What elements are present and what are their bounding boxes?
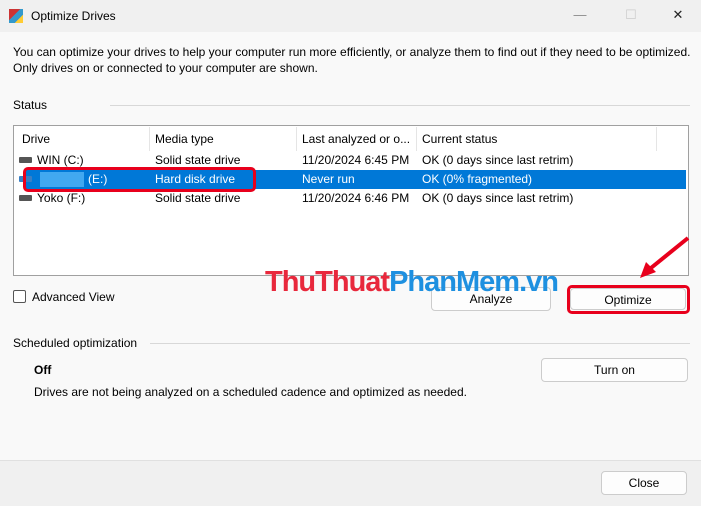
divider: [110, 105, 690, 106]
maximize-button[interactable]: ☐: [616, 4, 646, 26]
scheduled-optimization-label: Scheduled optimization: [13, 336, 138, 350]
footer: [0, 460, 701, 506]
last-analyzed: 11/20/2024 6:46 PM: [302, 191, 410, 205]
drive-icon: [19, 195, 32, 201]
column-header-last-analyzed[interactable]: Last analyzed or o...: [302, 132, 410, 146]
highlight-box: [567, 285, 690, 314]
current-status: OK (0% fragmented): [422, 172, 533, 186]
windows-drive-icon: [19, 157, 32, 163]
watermark-logo: ThuThuatPhanMem.vn: [265, 266, 559, 299]
advanced-view-checkbox[interactable]: [13, 290, 26, 303]
current-status: OK (0 days since last retrim): [422, 153, 574, 167]
column-header-drive[interactable]: Drive: [22, 132, 50, 146]
drives-list[interactable]: Drive Media type Last analyzed or o... C…: [13, 125, 689, 276]
status-label: Status: [13, 98, 48, 112]
column-separator: [296, 127, 297, 151]
last-analyzed: Never run: [302, 172, 355, 186]
advanced-view-label: Advanced View: [32, 290, 115, 304]
watermark-part: ThuThuat: [265, 266, 390, 298]
minimize-button[interactable]: —: [565, 4, 595, 26]
schedule-description: Drives are not being analyzed on a sched…: [34, 385, 467, 399]
media-type: Solid state drive: [155, 191, 241, 205]
window-title: Optimize Drives: [31, 9, 116, 23]
drive-name: Yoko (F:): [37, 191, 86, 205]
watermark-part: .vn: [519, 266, 559, 298]
column-separator: [149, 127, 150, 151]
description: You can optimize your drives to help you…: [13, 45, 691, 75]
drive-row-f[interactable]: Yoko (F:) Solid state drive 11/20/2024 6…: [14, 189, 686, 208]
divider: [150, 343, 690, 344]
defrag-app-icon: [9, 9, 23, 23]
column-header-current-status[interactable]: Current status: [422, 132, 497, 146]
watermark-part: PhanMem: [389, 266, 520, 298]
column-separator: [416, 127, 417, 151]
schedule-state: Off: [34, 363, 52, 377]
column-header-media-type[interactable]: Media type: [155, 132, 214, 146]
column-separator: [656, 127, 657, 151]
last-analyzed: 11/20/2024 6:45 PM: [302, 153, 410, 167]
close-window-button[interactable]: ✕: [663, 4, 693, 26]
turn-on-button[interactable]: Turn on: [541, 358, 688, 382]
current-status: OK (0 days since last retrim): [422, 191, 574, 205]
arrow-annotation-icon: [640, 236, 690, 278]
close-button[interactable]: Close: [601, 471, 687, 495]
